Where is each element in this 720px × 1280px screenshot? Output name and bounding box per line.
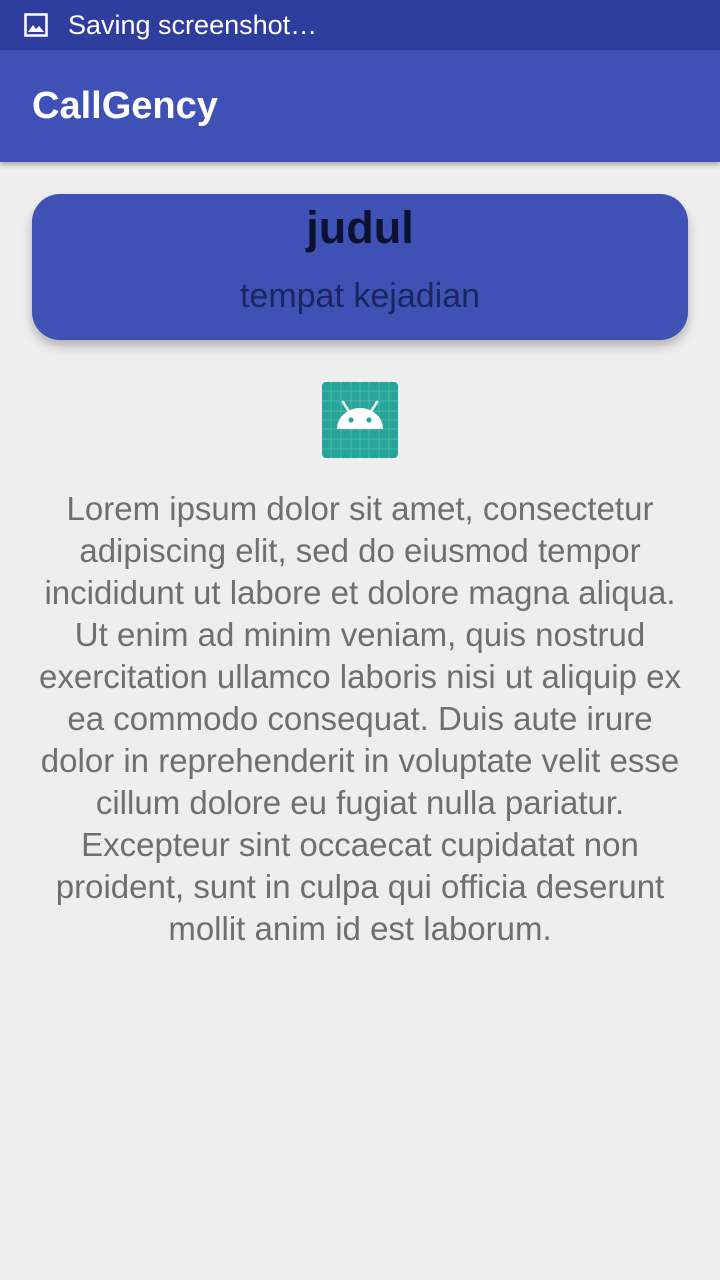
header-card: judul tempat kejadian	[32, 194, 688, 340]
android-placeholder-icon	[322, 382, 398, 458]
card-title: judul	[306, 202, 414, 253]
description-text: Lorem ipsum dolor sit amet, consectetur …	[39, 490, 681, 947]
status-notification-text: Saving screenshot…	[68, 10, 318, 40]
app-bar: CallGency	[0, 50, 720, 162]
app-title: CallGency	[32, 85, 218, 127]
status-bar: Saving screenshot…	[0, 0, 720, 50]
image-icon	[24, 13, 48, 37]
card-subtitle: tempat kejadian	[239, 277, 481, 315]
